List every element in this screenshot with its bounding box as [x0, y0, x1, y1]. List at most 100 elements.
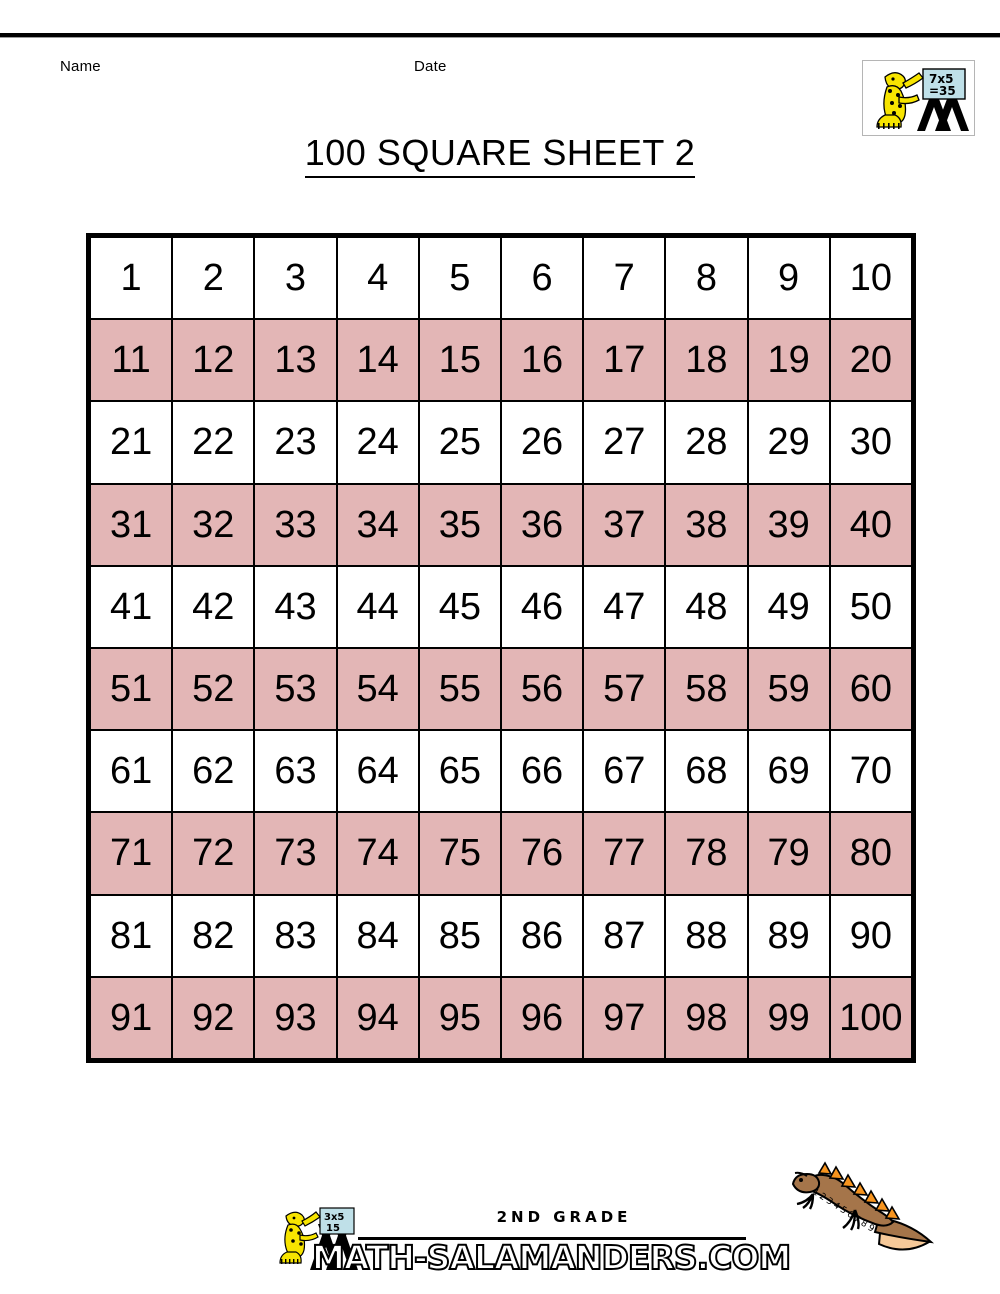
grid-cell[interactable]: 19 [746, 318, 831, 403]
grid-cell[interactable]: 9 [746, 235, 831, 321]
grid-cell[interactable]: 37 [582, 482, 667, 567]
grid-cell[interactable]: 47 [582, 564, 667, 649]
grid-cell[interactable]: 35 [417, 482, 502, 567]
grid-cell[interactable]: 90 [828, 893, 914, 978]
grid-cell[interactable]: 95 [417, 975, 502, 1061]
grid-cell[interactable]: 2 [171, 235, 256, 321]
grid-cell[interactable]: 13 [253, 318, 338, 403]
grid-cell[interactable]: 56 [499, 646, 585, 732]
grid-cell[interactable]: 15 [417, 318, 502, 403]
grid-cell[interactable]: 52 [171, 646, 256, 732]
grid-cell[interactable]: 57 [582, 646, 667, 732]
grid-cell[interactable]: 46 [499, 564, 585, 649]
grid-cell[interactable]: 31 [88, 482, 174, 567]
grid-cell[interactable]: 66 [499, 729, 585, 814]
grid-cell[interactable]: 88 [664, 893, 749, 978]
grid-cell[interactable]: 38 [664, 482, 749, 567]
grid-cell[interactable]: 21 [88, 400, 174, 485]
grid-cell[interactable]: 94 [335, 975, 420, 1061]
grid-cell[interactable]: 26 [499, 400, 585, 485]
grid-cell[interactable]: 98 [664, 975, 749, 1061]
grid-cell[interactable]: 45 [417, 564, 502, 649]
grid-cell[interactable]: 86 [499, 893, 585, 978]
grid-cell[interactable]: 10 [828, 235, 914, 321]
grid-cell[interactable]: 62 [171, 729, 256, 814]
grid-cell[interactable]: 50 [828, 564, 914, 649]
grid-cell[interactable]: 79 [746, 811, 831, 896]
grid-cell[interactable]: 22 [171, 400, 256, 485]
grid-cell[interactable]: 91 [88, 975, 174, 1061]
grid-cell[interactable]: 42 [171, 564, 256, 649]
grid-cell[interactable]: 32 [171, 482, 256, 567]
grid-cell[interactable]: 51 [88, 646, 174, 732]
grid-cell[interactable]: 97 [582, 975, 667, 1061]
grid-cell[interactable]: 54 [335, 646, 420, 732]
grid-cell[interactable]: 73 [253, 811, 338, 896]
grid-cell[interactable]: 58 [664, 646, 749, 732]
grid-cell[interactable]: 3 [253, 235, 338, 321]
grid-cell[interactable]: 39 [746, 482, 831, 567]
grid-cell[interactable]: 24 [335, 400, 420, 485]
grid-cell[interactable]: 69 [746, 729, 831, 814]
grid-cell[interactable]: 68 [664, 729, 749, 814]
grid-cell[interactable]: 5 [417, 235, 502, 321]
grid-cell[interactable]: 6 [499, 235, 585, 321]
grid-cell[interactable]: 4 [335, 235, 420, 321]
grid-cell[interactable]: 93 [253, 975, 338, 1061]
grid-cell[interactable]: 76 [499, 811, 585, 896]
grid-cell[interactable]: 80 [828, 811, 914, 896]
grid-cell[interactable]: 18 [664, 318, 749, 403]
grid-cell[interactable]: 43 [253, 564, 338, 649]
grid-cell[interactable]: 27 [582, 400, 667, 485]
grid-cell[interactable]: 11 [88, 318, 174, 403]
grid-cell[interactable]: 72 [171, 811, 256, 896]
grid-cell[interactable]: 17 [582, 318, 667, 403]
grid-cell[interactable]: 7 [582, 235, 667, 321]
grid-cell[interactable]: 16 [499, 318, 585, 403]
grid-cell[interactable]: 84 [335, 893, 420, 978]
grid-cell[interactable]: 48 [664, 564, 749, 649]
grid-cell[interactable]: 83 [253, 893, 338, 978]
grid-cell[interactable]: 100 [828, 975, 914, 1061]
grid-cell[interactable]: 71 [88, 811, 174, 896]
grid-cell[interactable]: 70 [828, 729, 914, 814]
grid-cell[interactable]: 77 [582, 811, 667, 896]
grid-cell[interactable]: 29 [746, 400, 831, 485]
grid-cell[interactable]: 49 [746, 564, 831, 649]
grid-cell[interactable]: 65 [417, 729, 502, 814]
grid-cell[interactable]: 40 [828, 482, 914, 567]
grid-cell[interactable]: 33 [253, 482, 338, 567]
grid-cell[interactable]: 1 [88, 235, 174, 321]
grid-cell[interactable]: 59 [746, 646, 831, 732]
grid-cell[interactable]: 67 [582, 729, 667, 814]
grid-cell[interactable]: 96 [499, 975, 585, 1061]
grid-cell[interactable]: 60 [828, 646, 914, 732]
grid-cell[interactable]: 28 [664, 400, 749, 485]
grid-cell[interactable]: 99 [746, 975, 831, 1061]
grid-cell[interactable]: 87 [582, 893, 667, 978]
grid-cell[interactable]: 44 [335, 564, 420, 649]
grid-cell[interactable]: 41 [88, 564, 174, 649]
grid-cell[interactable]: 78 [664, 811, 749, 896]
grid-cell[interactable]: 23 [253, 400, 338, 485]
grid-cell[interactable]: 14 [335, 318, 420, 403]
grid-cell[interactable]: 64 [335, 729, 420, 814]
grid-cell[interactable]: 74 [335, 811, 420, 896]
grid-cell[interactable]: 85 [417, 893, 502, 978]
grid-cell[interactable]: 89 [746, 893, 831, 978]
grid-cell[interactable]: 34 [335, 482, 420, 567]
grid-cell[interactable]: 36 [499, 482, 585, 567]
grid-cell[interactable]: 8 [664, 235, 749, 321]
grid-cell[interactable]: 75 [417, 811, 502, 896]
grid-cell[interactable]: 12 [171, 318, 256, 403]
grid-cell[interactable]: 61 [88, 729, 174, 814]
grid-cell[interactable]: 53 [253, 646, 338, 732]
grid-cell[interactable]: 63 [253, 729, 338, 814]
grid-cell[interactable]: 30 [828, 400, 914, 485]
grid-cell[interactable]: 81 [88, 893, 174, 978]
grid-cell[interactable]: 92 [171, 975, 256, 1061]
grid-cell[interactable]: 55 [417, 646, 502, 732]
grid-cell[interactable]: 82 [171, 893, 256, 978]
grid-cell[interactable]: 25 [417, 400, 502, 485]
grid-cell[interactable]: 20 [828, 318, 914, 403]
